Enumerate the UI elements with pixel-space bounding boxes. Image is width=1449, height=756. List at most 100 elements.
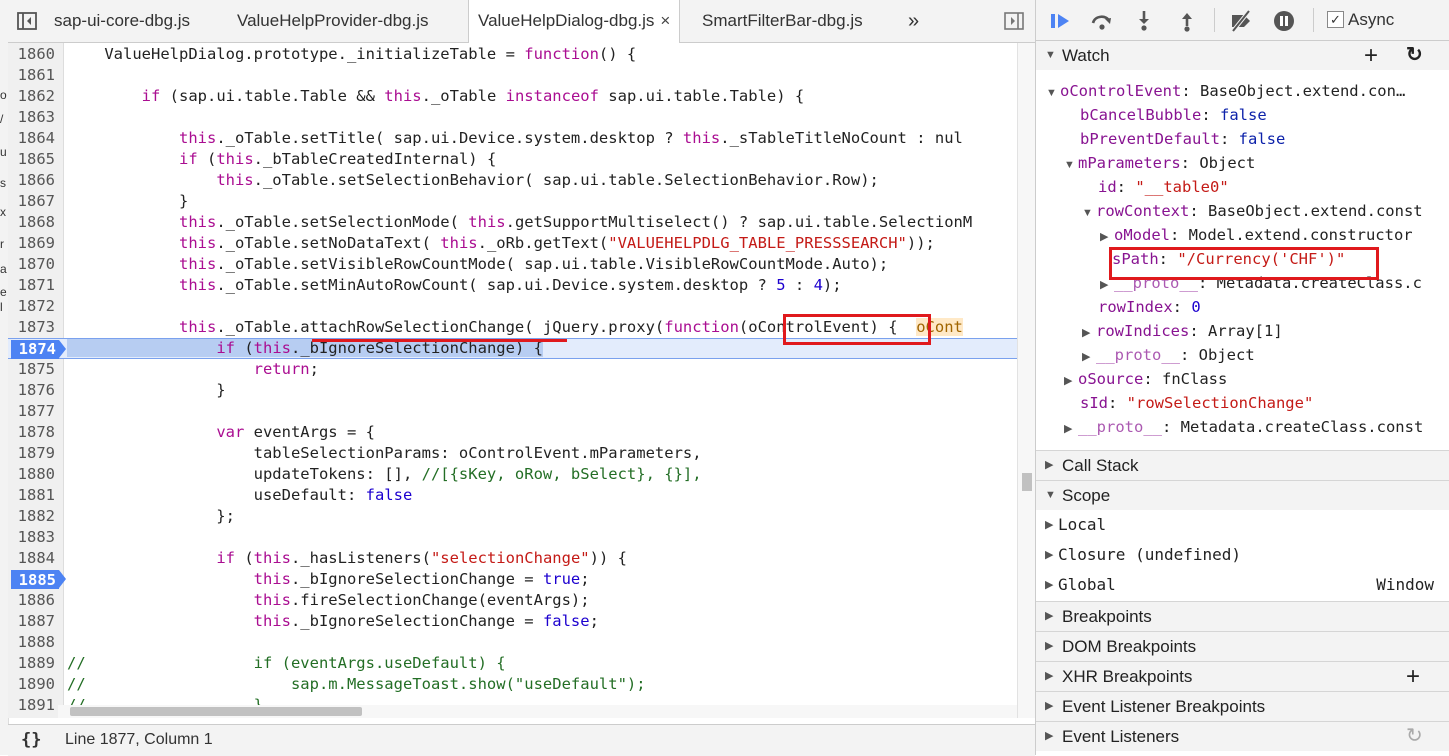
code-line[interactable]: 1880 updateTokens: [], //[{sKey, oRow, b… xyxy=(8,464,1017,485)
code-line[interactable]: 1870 this._oTable.setVisibleRowCountMode… xyxy=(8,254,1017,275)
watch-tree-node[interactable]: ▶ oSource: fnClass xyxy=(1064,367,1227,391)
tab-valuehelpprovider[interactable]: ValueHelpProvider-dbg.js xyxy=(237,0,429,42)
breakpoints-section-header[interactable]: ▶ Breakpoints xyxy=(1036,601,1449,631)
watch-tree-node[interactable]: ▶ __proto__: Object xyxy=(1082,343,1255,367)
line-number[interactable]: 1868 xyxy=(8,212,55,233)
line-number[interactable]: 1862 xyxy=(8,86,55,107)
watch-tree-node[interactable]: ▼ mParameters: Object xyxy=(1064,151,1255,175)
code-line[interactable]: 1887 this._bIgnoreSelectionChange = fals… xyxy=(8,611,1017,632)
step-over-icon[interactable] xyxy=(1090,9,1114,33)
dom-breakpoints-section-header[interactable]: ▶ DOM Breakpoints xyxy=(1036,631,1449,661)
code-line[interactable]: 1862 if (sap.ui.table.Table && this._oTa… xyxy=(8,86,1017,107)
line-number[interactable]: 1877 xyxy=(8,401,55,422)
toggle-navigator-icon[interactable] xyxy=(16,10,38,32)
watch-tree-node[interactable]: ▼ rowContext: BaseObject.extend.const xyxy=(1082,199,1423,223)
line-number[interactable]: 1890 xyxy=(8,674,55,695)
deactivate-breakpoints-icon[interactable] xyxy=(1229,9,1253,33)
line-number[interactable]: 1866 xyxy=(8,170,55,191)
watch-tree-node[interactable]: ▶ __proto__: Metadata.createClass.const xyxy=(1064,415,1423,439)
line-number[interactable]: 1886 xyxy=(8,590,55,611)
code-line[interactable]: 1878 var eventArgs = { xyxy=(8,422,1017,443)
refresh-watch-button[interactable]: ↻ xyxy=(1406,41,1423,70)
collapsed-arrow-icon[interactable]: ▶ xyxy=(1064,369,1078,393)
pretty-print-button[interactable]: {} xyxy=(21,730,41,750)
refresh-event-listeners-button[interactable]: ↻ xyxy=(1406,722,1423,751)
code-line[interactable]: 1863 xyxy=(8,107,1017,128)
toggle-debugger-icon[interactable] xyxy=(1003,10,1025,32)
add-xhr-breakpoint-button[interactable]: + xyxy=(1406,662,1420,691)
line-number[interactable]: 1888 xyxy=(8,632,55,653)
code-line[interactable]: 1867 } xyxy=(8,191,1017,212)
line-number[interactable]: 1878 xyxy=(8,422,55,443)
tab-smartfilterbar[interactable]: SmartFilterBar-dbg.js xyxy=(702,0,863,42)
watch-tree-node[interactable]: bCancelBubble: false xyxy=(1080,103,1267,127)
code-line[interactable]: 1888 xyxy=(8,632,1017,653)
step-into-icon[interactable] xyxy=(1132,9,1156,33)
step-out-icon[interactable] xyxy=(1175,9,1199,33)
scrollbar-thumb[interactable] xyxy=(70,707,362,716)
scope-local[interactable]: ▶ Local xyxy=(1036,510,1449,540)
tab-valuehelpdialog[interactable]: ValueHelpDialog-dbg.js × xyxy=(468,0,681,43)
line-number[interactable]: 1876 xyxy=(8,380,55,401)
collapsed-arrow-icon[interactable]: ▶ xyxy=(1082,345,1096,369)
code-line[interactable]: 1885 this._bIgnoreSelectionChange = true… xyxy=(8,569,1017,590)
scrollbar-thumb[interactable] xyxy=(1022,473,1032,491)
line-number[interactable]: 1864 xyxy=(8,128,55,149)
code-line[interactable]: 1884 if (this._hasListeners("selectionCh… xyxy=(8,548,1017,569)
collapsed-arrow-icon[interactable]: ▶ xyxy=(1100,225,1114,249)
line-number[interactable]: 1879 xyxy=(8,443,55,464)
expanded-arrow-icon[interactable]: ▼ xyxy=(1046,81,1060,105)
scope-closure[interactable]: ▶ Closure (undefined) xyxy=(1036,540,1449,570)
watch-tree-node[interactable]: sId: "rowSelectionChange" xyxy=(1080,391,1313,415)
expanded-arrow-icon[interactable]: ▼ xyxy=(1064,153,1078,177)
line-number[interactable]: 1883 xyxy=(8,527,55,548)
tab-sap-ui-core[interactable]: sap-ui-core-dbg.js xyxy=(54,0,190,42)
collapsed-arrow-icon[interactable]: ▶ xyxy=(1082,321,1096,345)
line-number[interactable]: 1861 xyxy=(8,65,55,86)
editor-vertical-scrollbar[interactable] xyxy=(1017,43,1036,718)
close-tab-icon[interactable]: × xyxy=(660,11,670,30)
code-line[interactable]: 1886 this.fireSelectionChange(eventArgs)… xyxy=(8,590,1017,611)
line-number[interactable]: 1889 xyxy=(8,653,55,674)
line-number[interactable]: 1872 xyxy=(8,296,55,317)
editor-horizontal-scrollbar[interactable] xyxy=(58,705,1017,718)
line-number[interactable]: 1860 xyxy=(8,44,55,65)
call-stack-section-header[interactable]: ▶ Call Stack xyxy=(1036,450,1449,480)
watch-tree-node[interactable]: bPreventDefault: false xyxy=(1080,127,1285,151)
code-line[interactable]: 1879 tableSelectionParams: oControlEvent… xyxy=(8,443,1017,464)
code-line[interactable]: 1861 xyxy=(8,65,1017,86)
add-watch-expression-button[interactable]: + xyxy=(1364,41,1378,70)
event-listener-breakpoints-section-header[interactable]: ▶ Event Listener Breakpoints xyxy=(1036,691,1449,721)
watch-section-header[interactable]: ▼ Watch + ↻ xyxy=(1036,41,1449,70)
code-editor[interactable]: 1860 ValueHelpDialog.prototype._initiali… xyxy=(8,43,1017,718)
code-line[interactable]: 1882 }; xyxy=(8,506,1017,527)
line-number[interactable]: 1887 xyxy=(8,611,55,632)
line-number[interactable]: 1869 xyxy=(8,233,55,254)
code-line[interactable]: 1866 this._oTable.setSelectionBehavior( … xyxy=(8,170,1017,191)
code-line[interactable]: 1865 if (this._bTableCreatedInternal) { xyxy=(8,149,1017,170)
code-line[interactable]: 1869 this._oTable.setNoDataText( this._o… xyxy=(8,233,1017,254)
watch-tree-node[interactable]: id: "__table0" xyxy=(1098,175,1229,199)
xhr-breakpoints-section-header[interactable]: ▶ XHR Breakpoints + xyxy=(1036,661,1449,691)
breakpoint-marker[interactable]: 1885 xyxy=(11,570,66,589)
breakpoint-marker[interactable]: 1874 xyxy=(11,340,66,359)
watch-tree-node[interactable]: rowIndex: 0 xyxy=(1098,295,1201,319)
code-line[interactable]: 1876 } xyxy=(8,380,1017,401)
resume-icon[interactable] xyxy=(1048,9,1072,33)
code-line[interactable]: 1881 useDefault: false xyxy=(8,485,1017,506)
line-number[interactable]: 1881 xyxy=(8,485,55,506)
event-listeners-section-header[interactable]: ▶ Event Listeners ↻ xyxy=(1036,721,1449,751)
line-number[interactable]: 1882 xyxy=(8,506,55,527)
line-number[interactable]: 1891 xyxy=(8,695,55,716)
line-number[interactable]: 1884 xyxy=(8,548,55,569)
line-number[interactable]: 1867 xyxy=(8,191,55,212)
line-number[interactable]: 1880 xyxy=(8,464,55,485)
line-number[interactable]: 1865 xyxy=(8,149,55,170)
code-line[interactable]: 1890 // sap.m.MessageToast.show("useDefau… xyxy=(8,674,1017,695)
code-line[interactable]: 1875 return; xyxy=(8,359,1017,380)
expanded-arrow-icon[interactable]: ▼ xyxy=(1082,201,1096,225)
code-line[interactable]: 1871 this._oTable.setMinAutoRowCount( sa… xyxy=(8,275,1017,296)
code-line[interactable]: 1860 ValueHelpDialog.prototype._initiali… xyxy=(8,44,1017,65)
watch-tree-node[interactable]: ▶ rowIndices: Array[1] xyxy=(1082,319,1283,343)
scope-section-header[interactable]: ▼ Scope xyxy=(1036,480,1449,510)
